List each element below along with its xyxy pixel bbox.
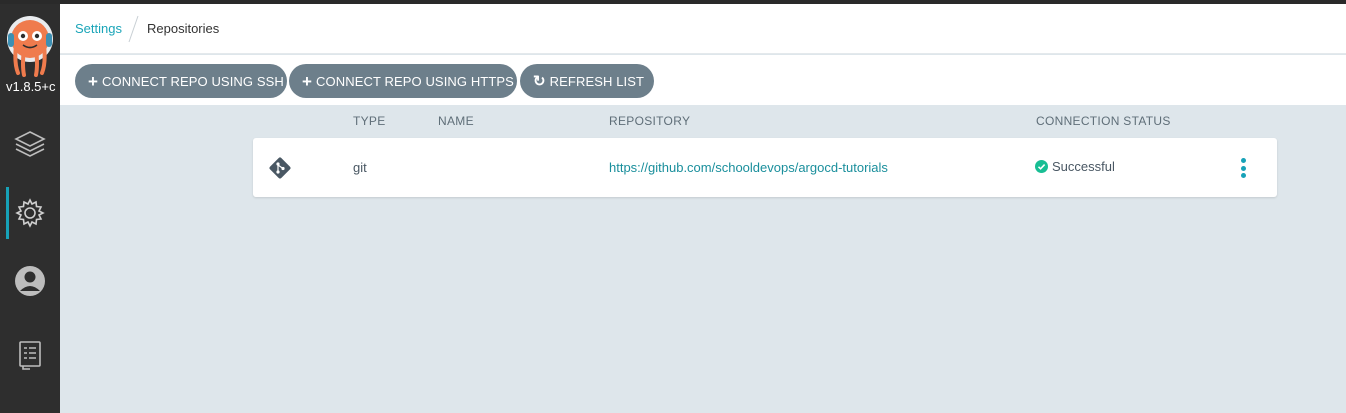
table-row[interactable]: git https://github.com/schooldevops/argo… [253, 138, 1277, 197]
column-header-name: NAME [438, 114, 474, 128]
refresh-list-label: REFRESH LIST [549, 73, 645, 89]
app-version: v1.8.5+c [6, 79, 56, 94]
sidebar: v1.8.5+c [0, 4, 60, 413]
docs-icon [18, 340, 42, 370]
sidebar-item-user-info[interactable] [0, 255, 60, 307]
repo-url-link[interactable]: https://github.com/schooldevops/argocd-t… [609, 160, 888, 175]
sidebar-item-settings[interactable] [0, 187, 60, 239]
argo-logo-icon[interactable] [6, 15, 54, 77]
connect-repo-https-label: CONNECT REPO USING HTTPS [316, 73, 514, 89]
sidebar-item-applications[interactable] [0, 118, 60, 170]
plus-icon: + [88, 71, 99, 91]
column-header-type: TYPE [353, 114, 386, 128]
connect-repo-ssh-button[interactable]: + CONNECT REPO USING SSH [75, 64, 287, 98]
connection-status-text: Successful [1052, 159, 1115, 174]
sidebar-item-documentation[interactable] [0, 329, 60, 381]
refresh-icon: ↻ [533, 72, 546, 90]
row-actions-menu-icon[interactable] [1237, 156, 1249, 180]
page-header: Settings Repositories [60, 4, 1346, 54]
column-header-connection-status: CONNECTION STATUS [1036, 114, 1171, 128]
breadcrumb-settings-link[interactable]: Settings [75, 21, 122, 36]
plus-icon: + [302, 71, 313, 91]
user-icon [14, 265, 46, 297]
breadcrumb-separator [128, 15, 139, 43]
git-icon [268, 156, 292, 180]
layers-icon [14, 128, 46, 160]
connection-status: Successful [1035, 159, 1115, 174]
connect-repo-https-button[interactable]: + CONNECT REPO USING HTTPS [289, 64, 517, 98]
refresh-list-button[interactable]: ↻ REFRESH LIST [520, 64, 654, 98]
connect-repo-ssh-label: CONNECT REPO USING SSH [102, 73, 284, 89]
repo-type: git [353, 160, 367, 175]
toolbar: + CONNECT REPO USING SSH + CONNECT REPO … [60, 55, 1346, 105]
gear-icon [15, 198, 45, 228]
check-circle-icon [1035, 160, 1048, 173]
page-title: Repositories [147, 21, 220, 36]
column-header-repository: REPOSITORY [609, 114, 691, 128]
